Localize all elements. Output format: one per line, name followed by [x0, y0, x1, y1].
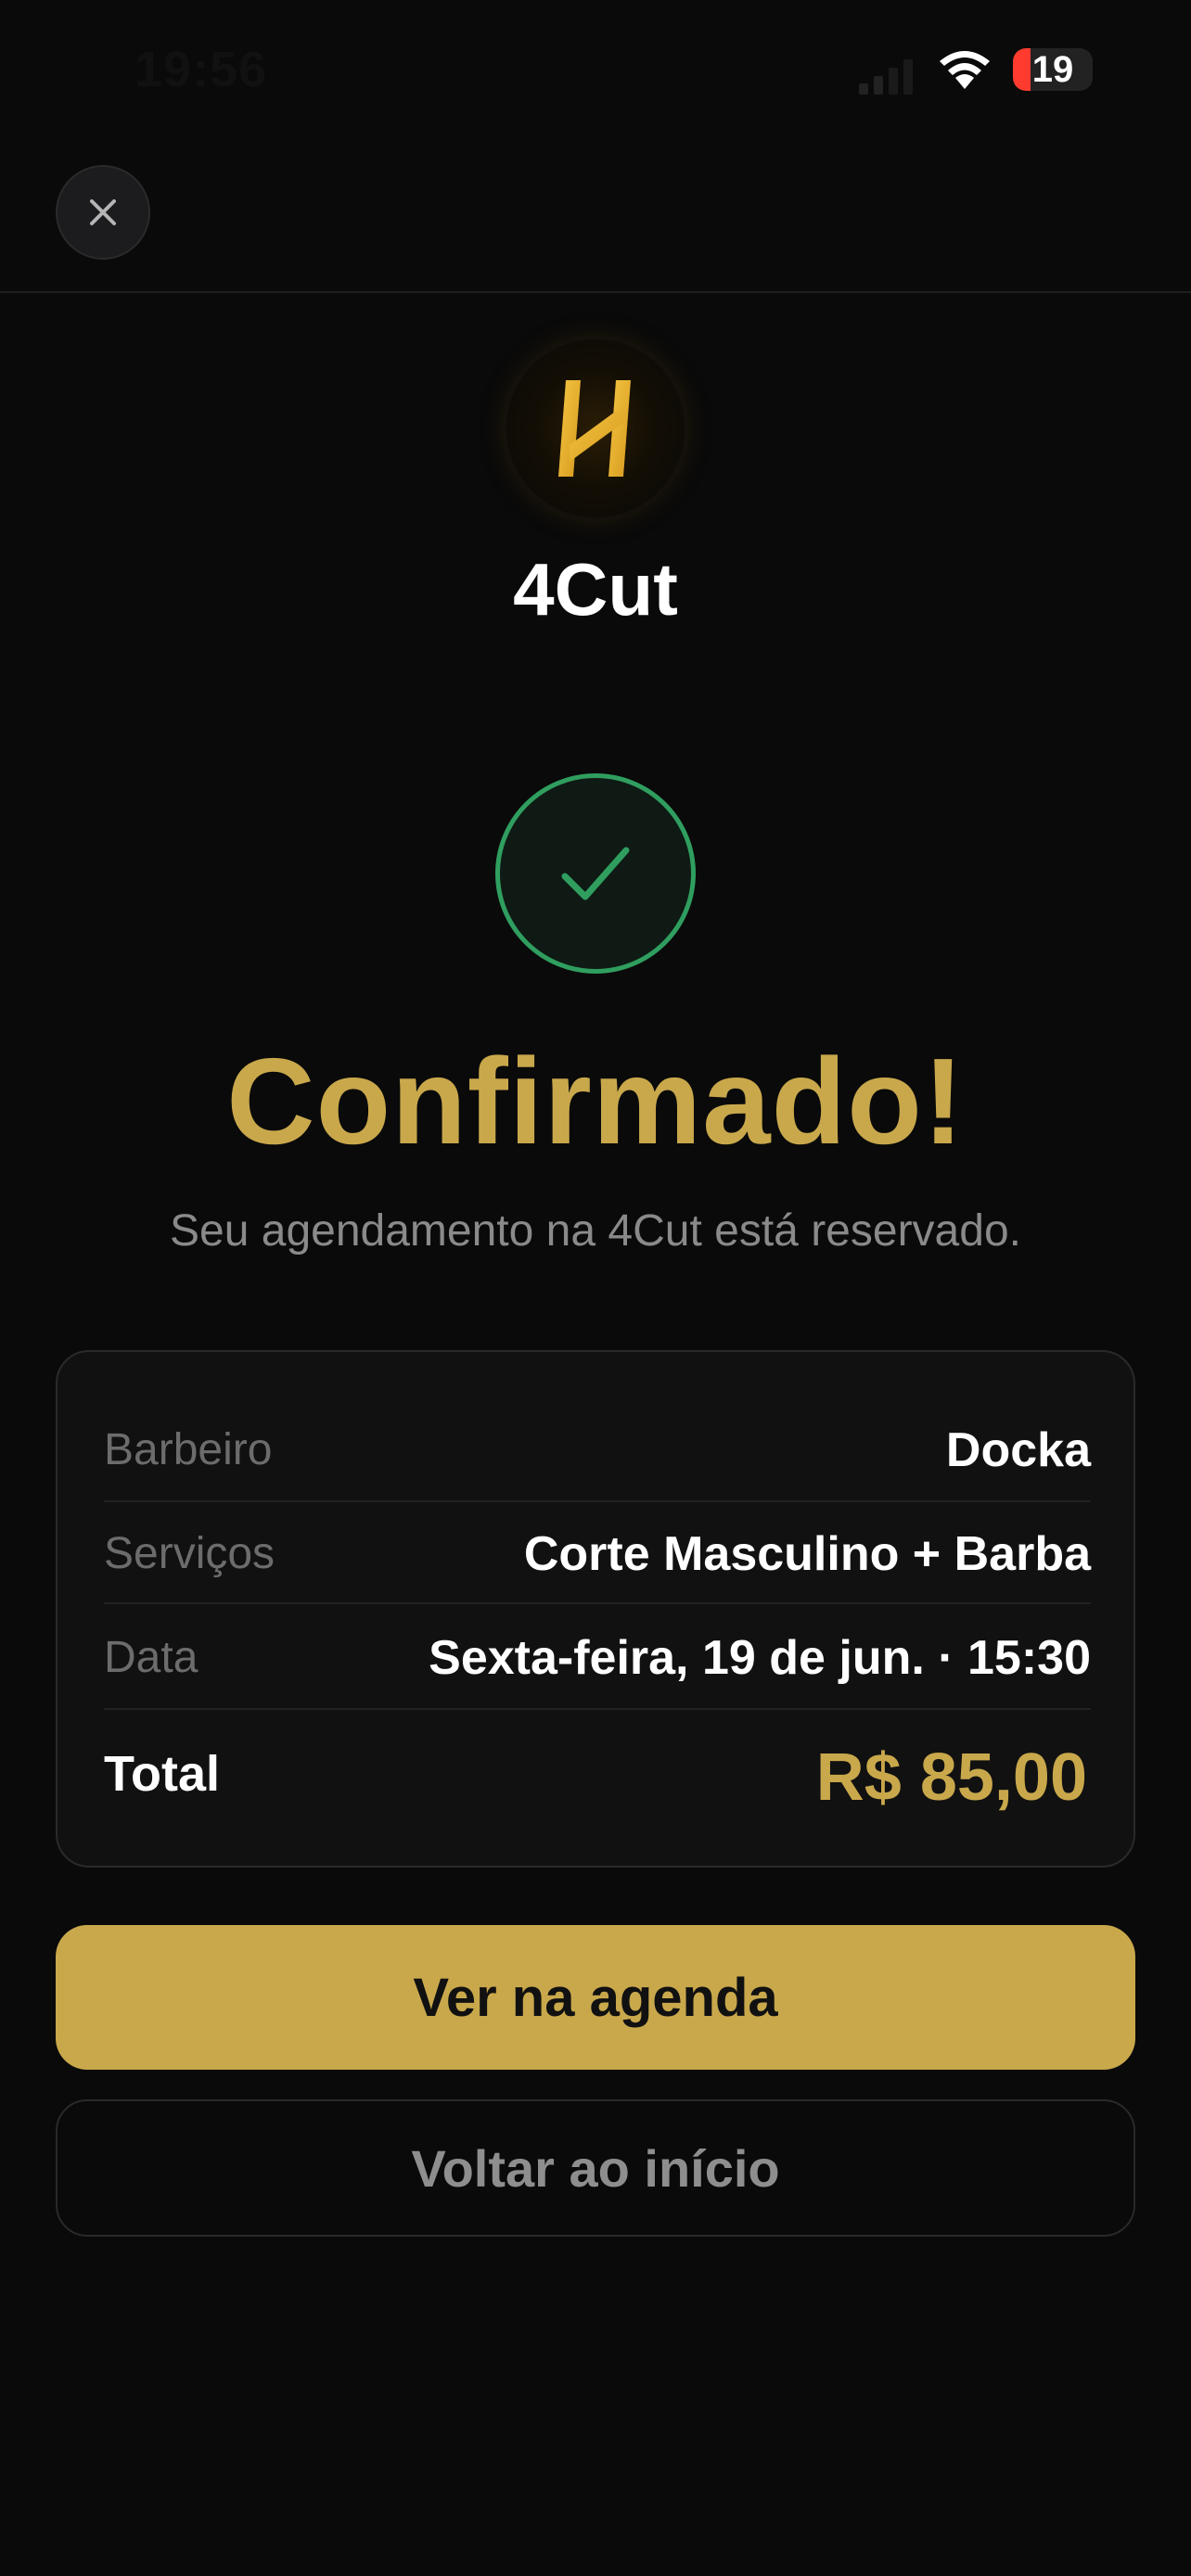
close-icon	[90, 199, 116, 225]
total-label: Total	[104, 1746, 220, 1802]
summary-value: Corte Masculino + Barba	[523, 1527, 1091, 1581]
status-bar: 19:56 19	[0, 0, 1191, 139]
close-button[interactable]	[56, 165, 150, 260]
total-value: R$ 85,00	[815, 1741, 1087, 1815]
battery-indicator: 19	[1013, 48, 1093, 91]
battery-level-text: 19	[1031, 49, 1074, 90]
back-to-home-button[interactable]: Voltar ao início	[56, 2099, 1135, 2237]
confirmation-screen: 19:56 19 4Cut Confirmado! Seu agendament…	[0, 0, 1191, 2576]
summary-label: Barbeiro	[104, 1425, 273, 1474]
summary-value: Docka	[945, 1423, 1091, 1477]
view-in-agenda-button[interactable]: Ver na agenda	[56, 1925, 1135, 2070]
4cut-logo-icon	[558, 380, 631, 477]
row-divider	[104, 1708, 1091, 1710]
success-badge	[495, 773, 696, 974]
booking-summary-card: Barbeiro Docka Serviços Corte Masculino …	[56, 1350, 1135, 1868]
status-time: 19:56	[134, 42, 268, 97]
summary-label: Data	[104, 1633, 198, 1682]
brand-name: 4Cut	[513, 548, 678, 631]
wifi-icon	[940, 51, 990, 89]
confirmation-title: Confirmado!	[226, 1033, 965, 1169]
summary-row-services: Serviços Corte Masculino + Barba	[104, 1498, 1091, 1600]
summary-row-barber: Barbeiro Docka	[104, 1395, 1091, 1497]
confirmation-subtitle: Seu agendamento na 4Cut está reservado.	[170, 1206, 1021, 1256]
check-icon	[561, 847, 630, 900]
header-divider	[0, 291, 1191, 293]
summary-row-date: Data Sexta-feira, 19 de jun. · 15:30	[104, 1602, 1091, 1704]
summary-label: Serviços	[104, 1529, 275, 1578]
brand-logo	[506, 339, 685, 517]
summary-value: Sexta-feira, 19 de jun. · 15:30	[429, 1631, 1091, 1685]
cellular-signal-icon	[859, 59, 913, 95]
